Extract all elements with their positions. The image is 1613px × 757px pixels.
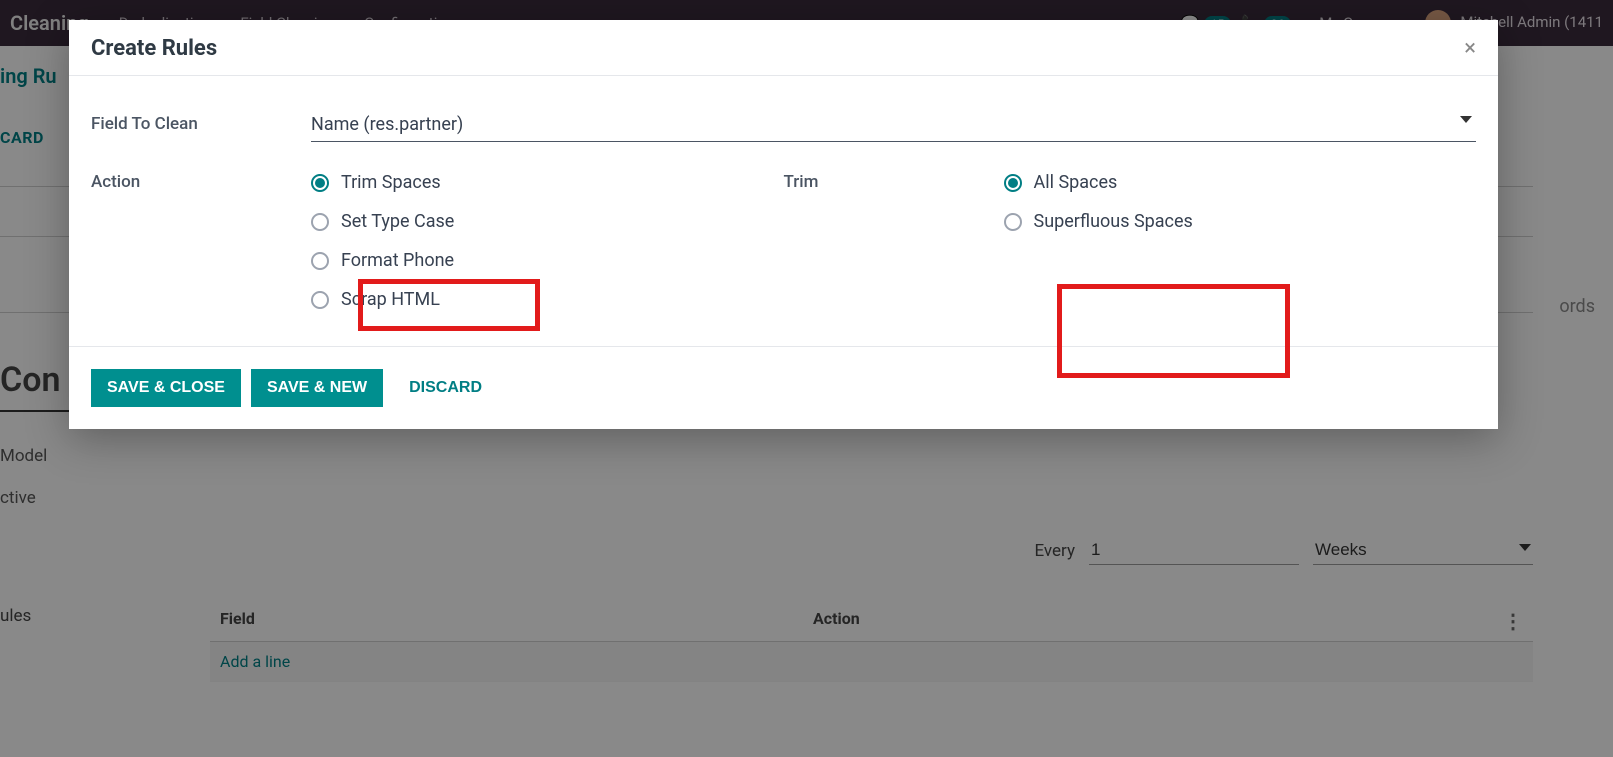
trim-radio-all-spaces[interactable]: All Spaces	[1004, 172, 1193, 193]
action-radio-set-type-case[interactable]: Set Type Case	[311, 211, 454, 232]
action-radio-scrap-html[interactable]: Scrap HTML	[311, 289, 454, 310]
radio-label: All Spaces	[1034, 172, 1118, 193]
field-to-clean-select[interactable]: Name (res.partner)	[311, 110, 1476, 142]
discard-button[interactable]: DISCARD	[393, 369, 498, 407]
radio-icon	[311, 252, 329, 270]
radio-label: Trim Spaces	[341, 172, 441, 193]
radio-icon	[311, 174, 329, 192]
action-radio-format-phone[interactable]: Format Phone	[311, 250, 454, 271]
radio-label: Superfluous Spaces	[1034, 211, 1193, 232]
create-rules-modal: Create Rules × Field To Clean Name (res.…	[69, 20, 1498, 429]
save-new-button[interactable]: SAVE & NEW	[251, 369, 383, 407]
trim-radio-group: All Spaces Superfluous Spaces	[1004, 172, 1193, 310]
radio-icon	[311, 213, 329, 231]
trim-radio-superfluous[interactable]: Superfluous Spaces	[1004, 211, 1193, 232]
action-label: Action	[91, 172, 311, 310]
radio-label: Scrap HTML	[341, 289, 440, 310]
radio-label: Format Phone	[341, 250, 454, 271]
action-radio-trim-spaces[interactable]: Trim Spaces	[311, 172, 454, 193]
action-radio-group: Trim Spaces Set Type Case Format Phone S…	[311, 172, 454, 310]
field-to-clean-label: Field To Clean	[91, 110, 311, 134]
chevron-down-icon	[1460, 116, 1472, 123]
save-close-button[interactable]: SAVE & CLOSE	[91, 369, 241, 407]
modal-title: Create Rules	[91, 36, 217, 61]
trim-label: Trim	[784, 172, 1004, 310]
close-icon[interactable]: ×	[1464, 38, 1476, 60]
radio-icon	[311, 291, 329, 309]
radio-label: Set Type Case	[341, 211, 454, 232]
field-to-clean-value: Name (res.partner)	[311, 110, 1476, 141]
radio-icon	[1004, 174, 1022, 192]
radio-icon	[1004, 213, 1022, 231]
